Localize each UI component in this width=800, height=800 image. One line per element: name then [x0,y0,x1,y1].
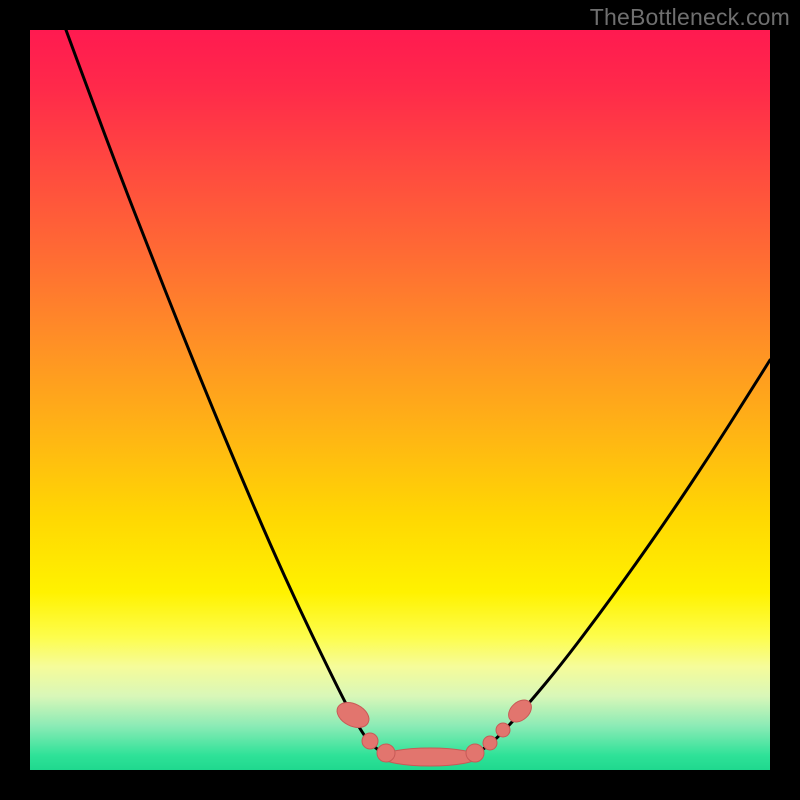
curve-path [66,30,770,758]
curve-marker [362,733,378,749]
bottleneck-curve [66,30,770,758]
plot-area [30,30,770,770]
curve-marker [496,723,510,737]
curve-markers [333,696,536,766]
curve-svg [30,30,770,770]
curve-marker [382,748,478,766]
curve-marker [333,697,373,732]
curve-marker [377,744,395,762]
chart-frame: TheBottleneck.com [0,0,800,800]
curve-marker [483,736,497,750]
curve-marker [466,744,484,762]
watermark-text: TheBottleneck.com [590,4,790,31]
